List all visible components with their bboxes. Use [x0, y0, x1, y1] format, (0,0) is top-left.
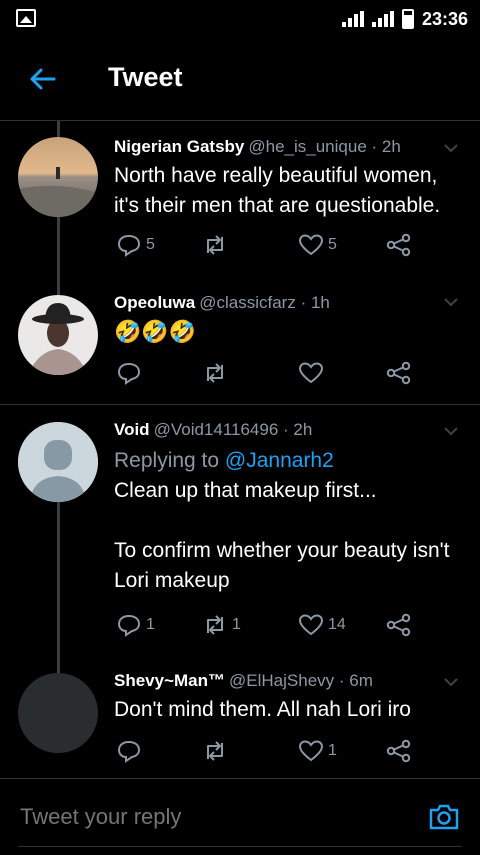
- share-button[interactable]: [386, 361, 412, 385]
- author-handle: @classicfarz: [199, 293, 296, 312]
- clock: 23:36: [421, 8, 468, 29]
- reply-composer: [0, 778, 480, 855]
- tweet-text: North have really beautiful women, it's …: [114, 164, 441, 217]
- tweet-item[interactable]: Shevy~Man™ @ElHajShevy · 6m Don't mind th…: [0, 657, 480, 777]
- share-icon: [386, 739, 411, 763]
- like-icon: [298, 614, 324, 636]
- like-button[interactable]: 1: [298, 739, 337, 763]
- share-icon: [386, 613, 411, 637]
- reply-button[interactable]: [116, 361, 146, 385]
- author-name[interactable]: Shevy~Man™: [114, 671, 225, 690]
- share-icon: [386, 361, 411, 385]
- top-bar: Tweet: [0, 38, 480, 121]
- thread-line: [57, 502, 60, 657]
- author-handle: @ElHajShevy: [229, 671, 335, 690]
- tweet-text: Don't mind them. All nah Lori iro: [114, 698, 411, 721]
- author-name[interactable]: Void: [114, 420, 150, 439]
- back-arrow-icon[interactable]: [28, 64, 58, 94]
- reply-count: 5: [146, 236, 155, 253]
- camera-icon[interactable]: [428, 803, 460, 831]
- share-button[interactable]: [386, 613, 412, 637]
- timestamp: · 2h: [283, 420, 313, 439]
- avatar[interactable]: [18, 673, 98, 753]
- tweet-item[interactable]: Nigerian Gatsby @he_is_unique · 2h North …: [0, 121, 480, 281]
- thread-line: [57, 657, 60, 673]
- share-icon: [386, 233, 411, 257]
- tweet-text: Clean up that makeup first...: [114, 479, 377, 502]
- divider: [18, 846, 462, 847]
- mention-link[interactable]: @Jannarh2: [225, 449, 334, 472]
- tweet-text: To confirm whether your beauty isn't Lor…: [114, 539, 450, 592]
- status-bar: 23:36: [0, 0, 480, 38]
- replying-to-label: Replying to: [114, 449, 220, 472]
- timestamp: · 1h: [300, 293, 330, 312]
- like-icon: [298, 362, 324, 384]
- retweet-icon: [207, 235, 223, 255]
- reply-icon: [117, 362, 141, 385]
- chevron-down-icon[interactable]: [444, 424, 458, 438]
- action-bar: 5 5: [116, 233, 416, 259]
- like-button[interactable]: [298, 361, 328, 385]
- tweet-text: 🤣🤣🤣: [114, 319, 197, 344]
- signal-icon: [371, 11, 394, 27]
- reply-icon: [117, 740, 141, 763]
- image-icon: [16, 9, 36, 27]
- action-bar: 1: [116, 739, 416, 765]
- avatar[interactable]: [18, 137, 98, 217]
- battery-icon: [401, 9, 414, 29]
- thread-line: [57, 121, 60, 137]
- chevron-down-icon[interactable]: [444, 295, 458, 309]
- share-button[interactable]: [386, 739, 412, 763]
- retweet-button[interactable]: [202, 233, 232, 257]
- retweet-icon: [207, 363, 223, 383]
- reply-count: 1: [146, 616, 155, 633]
- tweet-item[interactable]: Opeoluwa @classicfarz · 1h 🤣🤣🤣: [0, 281, 480, 404]
- author-name[interactable]: Opeoluwa: [114, 293, 195, 312]
- reply-icon: [117, 614, 141, 637]
- author-name[interactable]: Nigerian Gatsby: [114, 137, 244, 156]
- retweet-button[interactable]: 1: [202, 613, 241, 637]
- retweet-button[interactable]: [202, 361, 232, 385]
- retweet-count: 1: [232, 616, 241, 633]
- timestamp: · 2h: [371, 137, 401, 156]
- tweet-item[interactable]: Void @Void14116496 · 2h Replying to @Jann…: [0, 405, 480, 657]
- chevron-down-icon[interactable]: [444, 675, 458, 689]
- retweet-button[interactable]: [202, 739, 232, 763]
- like-count: 1: [328, 742, 337, 759]
- like-button[interactable]: 5: [298, 233, 337, 257]
- reply-button[interactable]: 5: [116, 233, 155, 257]
- like-icon: [298, 740, 324, 762]
- signal-icon: [341, 11, 364, 27]
- like-icon: [298, 234, 324, 256]
- retweet-icon: [207, 615, 223, 635]
- author-handle: @he_is_unique: [248, 137, 367, 156]
- page-title: Tweet: [108, 62, 183, 92]
- thread-line: [57, 217, 60, 281]
- avatar[interactable]: [18, 295, 98, 375]
- reply-icon: [117, 234, 141, 257]
- thread-line: [57, 281, 60, 295]
- chevron-down-icon[interactable]: [444, 141, 458, 155]
- like-button[interactable]: 14: [298, 613, 346, 637]
- author-handle: @Void14116496: [153, 420, 279, 439]
- action-bar: 1 1 14: [116, 613, 416, 639]
- avatar[interactable]: [18, 422, 98, 502]
- like-count: 5: [328, 236, 337, 253]
- action-bar: [116, 361, 416, 387]
- reply-input[interactable]: [18, 803, 402, 831]
- timestamp: · 6m: [338, 671, 373, 690]
- retweet-icon: [207, 741, 223, 761]
- replying-to: Replying to @Jannarh2: [114, 446, 464, 476]
- share-button[interactable]: [386, 233, 412, 257]
- reply-button[interactable]: [116, 739, 146, 763]
- like-count: 14: [328, 616, 346, 633]
- reply-button[interactable]: 1: [116, 613, 155, 637]
